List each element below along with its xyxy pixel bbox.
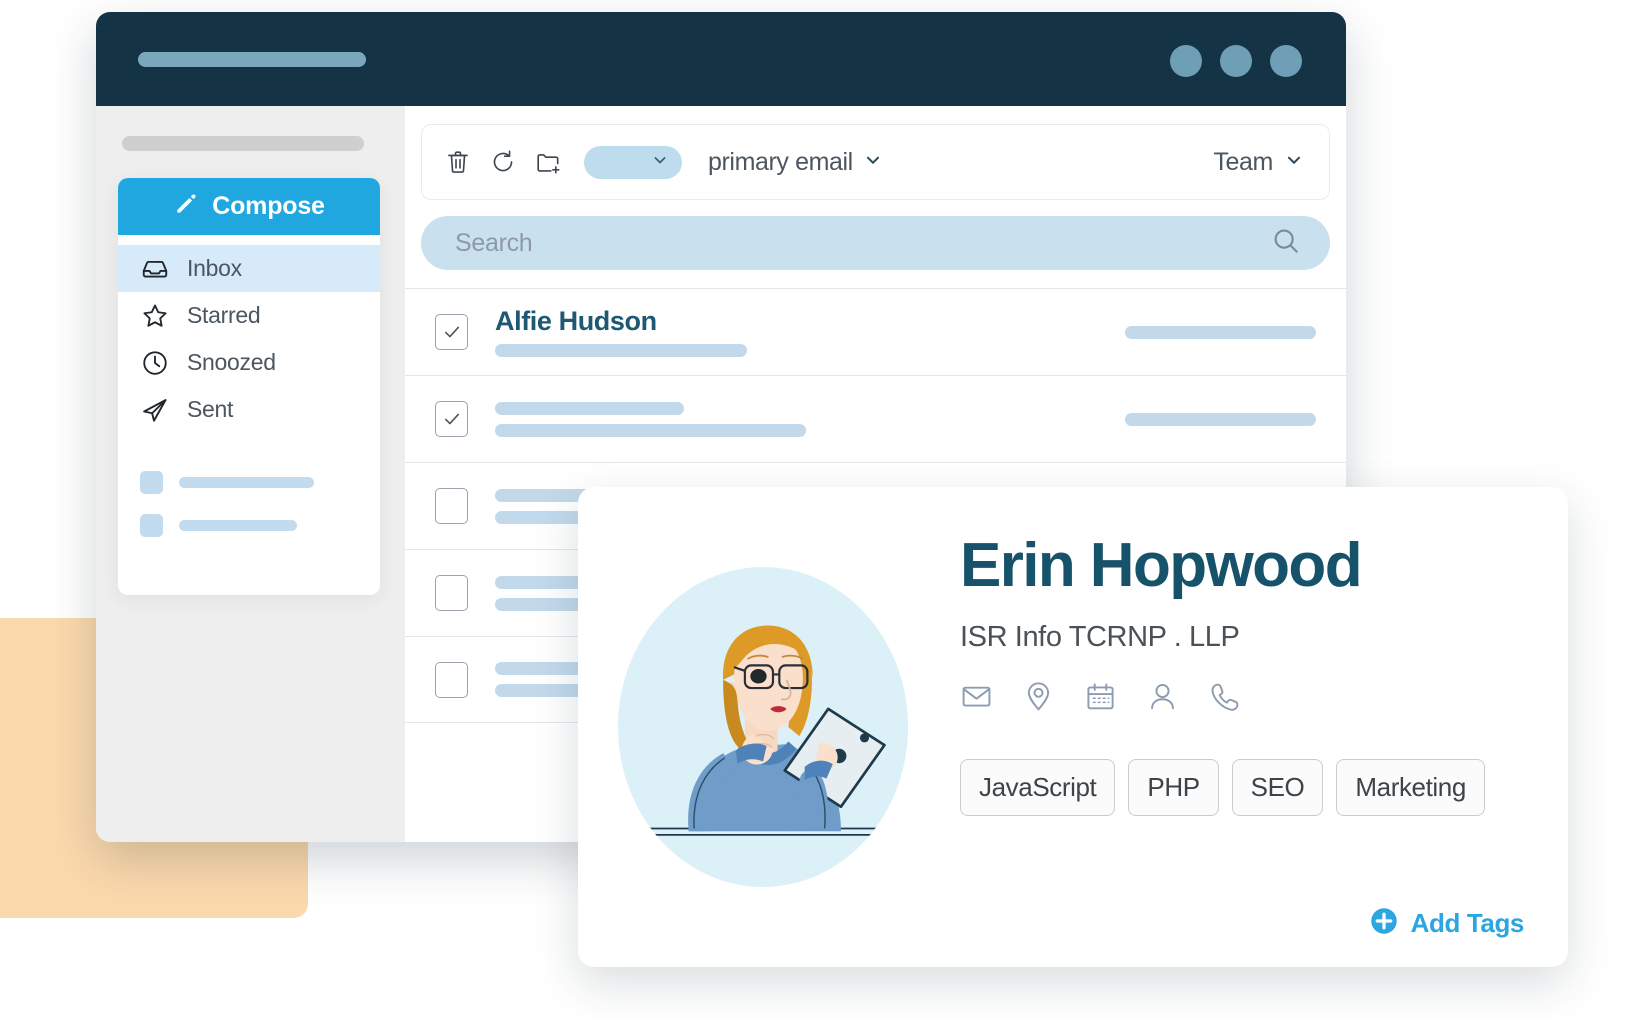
send-icon (140, 395, 170, 425)
placeholder-square (140, 471, 163, 494)
compose-button[interactable]: Compose (118, 178, 380, 235)
envelope-icon[interactable] (960, 680, 993, 713)
placeholder-line (179, 477, 314, 488)
mail-toolbar: primary email Team (421, 124, 1330, 200)
tag-chip[interactable]: SEO (1231, 759, 1324, 816)
table-row[interactable]: Alfie Hudson (405, 288, 1346, 375)
date-placeholder (1125, 325, 1316, 339)
preview-placeholder (495, 423, 806, 437)
compose-button-label: Compose (212, 192, 325, 220)
clock-icon (140, 348, 170, 378)
new-folder-icon[interactable] (534, 148, 562, 176)
table-row[interactable] (405, 375, 1346, 462)
calendar-icon[interactable] (1084, 680, 1117, 713)
location-pin-icon[interactable] (1022, 680, 1055, 713)
sidebar: Compose Inbox Starred Snoozed Sent (96, 106, 405, 842)
row-content: Alfie Hudson (495, 305, 1125, 357)
trash-icon[interactable] (444, 148, 472, 176)
sidebar-item-label: Sent (187, 396, 234, 422)
toolbar-icon-group (444, 148, 562, 176)
refresh-icon[interactable] (489, 148, 517, 176)
page-title: Erin Hopwood (960, 531, 1363, 600)
primary-email-dropdown[interactable]: primary email (708, 148, 884, 177)
tag-list: JavaScript PHP SEO Marketing (960, 759, 1528, 816)
list-item (140, 471, 380, 494)
add-tags-button[interactable]: Add Tags (1369, 906, 1524, 941)
sidebar-nav-list: Inbox Starred Snoozed Sent (118, 235, 380, 433)
sidebar-item-label: Snoozed (187, 349, 276, 375)
contact-action-icons (960, 680, 1528, 713)
avatar (578, 487, 908, 967)
row-checkbox[interactable] (435, 314, 468, 350)
window-dot-2[interactable] (1220, 45, 1252, 77)
phone-icon[interactable] (1208, 680, 1241, 713)
row-checkbox[interactable] (435, 661, 468, 698)
chevron-down-icon (1283, 149, 1305, 176)
tag-chip[interactable]: PHP (1128, 759, 1219, 816)
sender-name: Alfie Hudson (495, 305, 657, 336)
sidebar-item-inbox[interactable]: Inbox (118, 245, 380, 292)
sidebar-item-starred[interactable]: Starred (118, 292, 380, 339)
search-bar[interactable]: Search (421, 216, 1330, 270)
search-input[interactable]: Search (455, 229, 1270, 258)
person-icon[interactable] (1146, 680, 1179, 713)
inbox-icon (140, 254, 170, 284)
contact-card: Erin Hopwood ISR Info TCRNP . LLP JavaSc… (578, 487, 1568, 967)
woman-with-tablet-illustration (634, 625, 890, 836)
subject-placeholder (495, 343, 747, 357)
window-title-bar (96, 12, 1346, 106)
tag-chip[interactable]: JavaScript (960, 759, 1116, 816)
mail-select-dropdown[interactable] (584, 145, 682, 179)
screenshot-root: Compose Inbox Starred Snoozed Sent prima… (0, 0, 1646, 1019)
chevron-down-icon (862, 149, 884, 176)
contact-company: ISR Info TCRNP . LLP (960, 621, 1240, 653)
add-tags-label: Add Tags (1410, 908, 1525, 938)
chevron-down-icon (650, 150, 670, 175)
sidebar-item-label: Inbox (187, 255, 242, 281)
tag-chip[interactable]: Marketing (1336, 759, 1485, 816)
row-checkbox[interactable] (435, 488, 468, 524)
contact-details: Erin Hopwood ISR Info TCRNP . LLP JavaSc… (908, 487, 1568, 967)
primary-email-dropdown-label: primary email (708, 147, 853, 176)
sidebar-header-placeholder (122, 136, 364, 151)
sidebar-item-sent[interactable]: Sent (118, 386, 380, 433)
plus-circle-icon (1369, 906, 1399, 941)
placeholder-line (179, 520, 297, 531)
window-title-placeholder (138, 52, 366, 67)
sidebar-card: Compose Inbox Starred Snoozed Sent (118, 178, 380, 595)
list-item (140, 514, 380, 537)
sidebar-item-snoozed[interactable]: Snoozed (118, 339, 380, 386)
team-dropdown-label: Team (1213, 147, 1273, 176)
placeholder-square (140, 514, 163, 537)
search-icon[interactable] (1270, 225, 1302, 262)
date-placeholder (1125, 412, 1316, 426)
team-dropdown[interactable]: Team (1213, 148, 1305, 177)
row-checkbox[interactable] (435, 575, 468, 611)
sidebar-item-label: Starred (187, 302, 261, 328)
row-checkbox[interactable] (435, 401, 468, 437)
window-dot-3[interactable] (1270, 45, 1302, 77)
star-icon (140, 301, 170, 331)
subject-placeholder (495, 401, 684, 415)
pencil-icon (173, 191, 199, 222)
avatar-circle (618, 567, 908, 887)
window-controls (1170, 45, 1302, 77)
window-dot-1[interactable] (1170, 45, 1202, 77)
row-content (495, 401, 1125, 437)
sidebar-placeholder-list (118, 433, 380, 537)
